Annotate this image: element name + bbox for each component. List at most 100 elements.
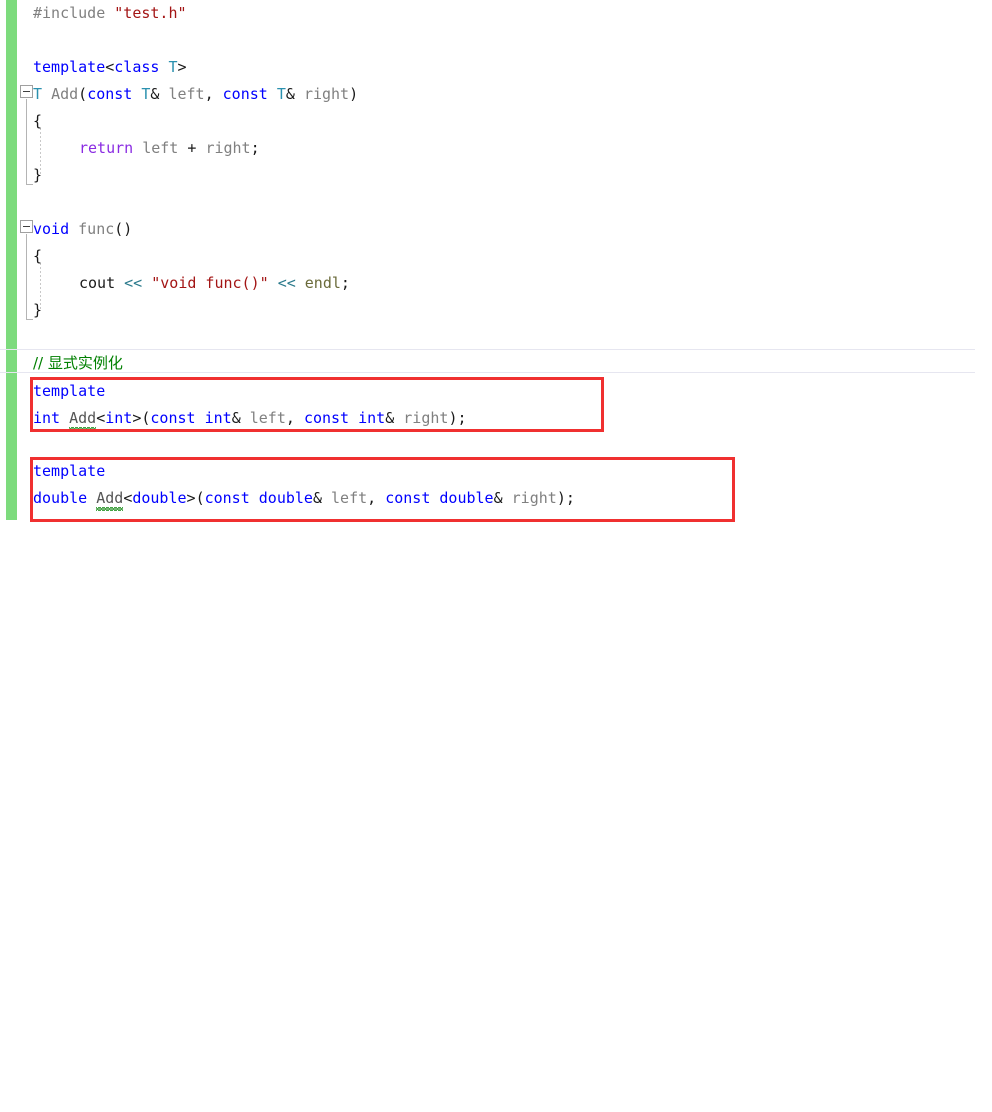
angle-open: <	[105, 58, 115, 76]
operator-shift-1: <<	[124, 274, 143, 292]
return-type: T	[33, 85, 43, 103]
template-arg-double: double	[132, 489, 187, 507]
angle-close: >	[186, 489, 196, 507]
operator-shift-2: <<	[277, 274, 296, 292]
function-name-func: func	[78, 220, 115, 238]
code-line-add-brace-open[interactable]: {	[0, 108, 992, 135]
include-directive: #include	[33, 4, 106, 22]
ampersand-2: &	[493, 489, 503, 507]
operand-right: right	[205, 139, 251, 157]
angle-open: <	[96, 409, 106, 427]
param-name-left: left	[249, 409, 286, 427]
keyword-template: template	[33, 382, 106, 400]
ampersand-1: &	[231, 409, 241, 427]
code-line-func-brace-close[interactable]: }	[0, 297, 992, 324]
param-type-1: double	[258, 489, 313, 507]
code-line-template-int[interactable]: template	[0, 378, 992, 405]
param-type-1: int	[204, 409, 232, 427]
keyword-const-1: const	[87, 85, 133, 103]
keyword-const-1: const	[150, 409, 196, 427]
code-line-explicit-double[interactable]: double Add<double>(const double& left, c…	[0, 485, 992, 512]
ampersand-1: &	[312, 489, 322, 507]
comma: ,	[285, 409, 304, 427]
function-name-add: Add	[51, 85, 79, 103]
paren-open: (	[195, 489, 205, 507]
brace-close: }	[33, 166, 43, 184]
type-param-T: T	[168, 58, 178, 76]
code-line-comment[interactable]: // 显式实例化	[0, 350, 992, 377]
keyword-return: return	[79, 139, 134, 157]
brace-open: {	[33, 247, 43, 265]
ampersand-2: &	[285, 85, 295, 103]
code-line-template-decl[interactable]: template<class T>	[0, 54, 992, 81]
param-name-left: left	[168, 85, 205, 103]
comma: ,	[367, 489, 386, 507]
comment-text: // 显式实例化	[33, 354, 123, 372]
ampersand-2: &	[385, 409, 395, 427]
code-surface[interactable]: #include "test.h" template<class T> T Ad…	[0, 0, 992, 556]
keyword-template: template	[33, 58, 106, 76]
code-line-include[interactable]: #include "test.h"	[0, 0, 992, 27]
operand-left: left	[142, 139, 179, 157]
parens: ()	[114, 220, 133, 238]
code-line-add-brace-close[interactable]: }	[0, 162, 992, 189]
function-name-add: Add	[69, 409, 97, 427]
function-name-add: Add	[96, 489, 124, 507]
code-line-func-brace-open[interactable]: {	[0, 243, 992, 270]
keyword-class: class	[114, 58, 160, 76]
paren-open: (	[78, 85, 88, 103]
keyword-template: template	[33, 462, 106, 480]
code-line-explicit-int[interactable]: int Add<int>(const int& left, const int&…	[0, 405, 992, 432]
stream-cout: cout	[79, 274, 116, 292]
angle-close: >	[177, 58, 187, 76]
string-literal: "void func()"	[151, 274, 269, 292]
return-type-double: double	[33, 489, 88, 507]
param-type-2: int	[358, 409, 386, 427]
keyword-void: void	[33, 220, 70, 238]
code-line-template-double[interactable]: template	[0, 458, 992, 485]
code-line-cout[interactable]: cout << "void func()" << endl;	[0, 270, 992, 297]
semicolon: ;	[340, 274, 350, 292]
include-header: "test.h"	[114, 4, 187, 22]
paren-close-semi: );	[448, 409, 467, 427]
param-name-right: right	[511, 489, 557, 507]
code-line-return[interactable]: return left + right;	[0, 135, 992, 162]
keyword-const-2: const	[303, 409, 350, 427]
brace-open: {	[33, 112, 43, 130]
brace-close: }	[33, 301, 43, 319]
comma: ,	[204, 85, 223, 103]
keyword-const-1: const	[204, 489, 250, 507]
param-name-left: left	[331, 489, 368, 507]
manipulator-endl: endl	[304, 274, 341, 292]
keyword-const-2: const	[385, 489, 431, 507]
paren-close-semi: );	[556, 489, 575, 507]
param-type-2: T	[276, 85, 286, 103]
param-type-2: double	[439, 489, 494, 507]
return-type-int: int	[33, 409, 61, 427]
param-name-right: right	[403, 409, 449, 427]
code-line-func-signature[interactable]: void func()	[0, 216, 992, 243]
angle-open: <	[123, 489, 133, 507]
paren-close: )	[349, 85, 359, 103]
semicolon: ;	[250, 139, 260, 157]
keyword-const-2: const	[222, 85, 268, 103]
code-editor[interactable]: #include "test.h" template<class T> T Ad…	[0, 0, 992, 556]
code-line-add-signature[interactable]: T Add(const T& left, const T& right)	[0, 81, 992, 108]
